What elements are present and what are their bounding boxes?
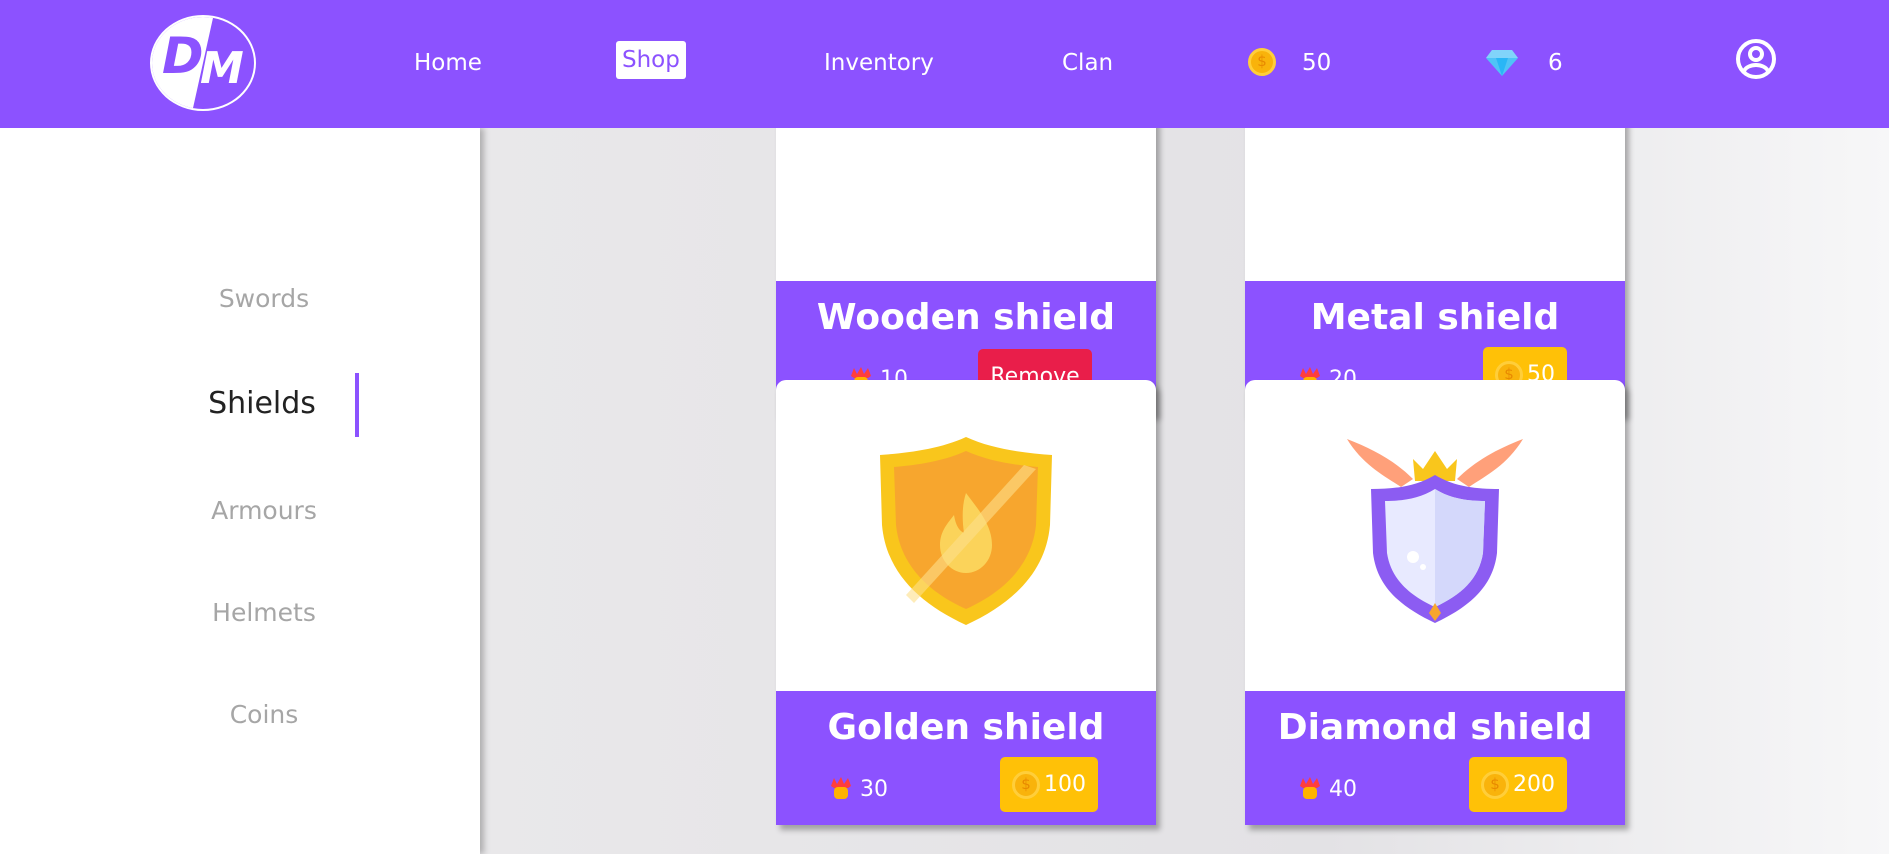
logo-letter-d: D: [162, 27, 204, 85]
item-image: [776, 128, 1156, 281]
shop-item-card: Metal shield 20 50: [1245, 128, 1625, 415]
shop-item-card: Diamond shield 40 200: [1245, 380, 1625, 825]
item-price: 100: [1044, 772, 1086, 797]
item-image: [1245, 128, 1625, 281]
nav-shop[interactable]: Shop: [616, 41, 686, 79]
item-name: Golden shield: [827, 707, 1105, 748]
item-price: 200: [1513, 772, 1555, 797]
fist-icon: [1300, 777, 1320, 799]
sidebar-item-helmets[interactable]: Helmets: [0, 598, 528, 627]
buy-button[interactable]: 200: [1469, 757, 1567, 812]
item-name: Wooden shield: [816, 297, 1116, 338]
nav-home[interactable]: Home: [414, 48, 482, 78]
diamond-shield-icon: [1347, 439, 1523, 623]
item-info: Golden shield 30 100: [776, 691, 1156, 825]
item-power-value: 40: [1329, 776, 1357, 802]
active-category-indicator: [355, 373, 359, 437]
profile-icon[interactable]: [1735, 38, 1777, 80]
shop-item-card: Golden shield 30 100: [776, 380, 1156, 825]
item-power: 40: [1297, 776, 1357, 802]
item-name: Metal shield: [1310, 297, 1560, 338]
category-sidebar: Swords Shields Armours Helmets Coins: [0, 128, 480, 854]
shop-content: Wooden shield 10 Remove Metal shield 20: [480, 128, 1889, 854]
coin-icon: [1481, 770, 1509, 799]
sidebar-item-coins[interactable]: Coins: [0, 700, 528, 729]
top-navbar: D M Home Shop Inventory Clan 50 6: [0, 0, 1889, 128]
golden-shield-icon: [880, 437, 1052, 625]
item-image: [1245, 380, 1625, 691]
coin-balance: 50: [1302, 50, 1332, 76]
sidebar-item-armours[interactable]: Armours: [0, 496, 528, 525]
item-image: [776, 380, 1156, 691]
logo-letter-m: M: [200, 43, 244, 94]
nav-clan[interactable]: Clan: [1062, 48, 1113, 78]
item-power: 30: [828, 776, 888, 802]
dm-logo[interactable]: D M: [150, 15, 256, 111]
coin-icon: [1012, 770, 1040, 799]
nav-inventory[interactable]: Inventory: [824, 48, 934, 78]
shop-item-card: Wooden shield 10 Remove: [776, 128, 1156, 415]
diamond-icon: [1486, 50, 1518, 76]
coin-icon: [1248, 48, 1276, 76]
item-power-value: 30: [860, 776, 888, 802]
diamond-balance: 6: [1548, 50, 1563, 76]
sidebar-item-swords[interactable]: Swords: [0, 284, 528, 313]
item-info: Diamond shield 40 200: [1245, 691, 1625, 825]
buy-button[interactable]: 100: [1000, 757, 1098, 812]
item-name: Diamond shield: [1277, 707, 1593, 748]
sidebar-item-shields[interactable]: Shields: [0, 386, 524, 421]
fist-icon: [831, 777, 851, 799]
